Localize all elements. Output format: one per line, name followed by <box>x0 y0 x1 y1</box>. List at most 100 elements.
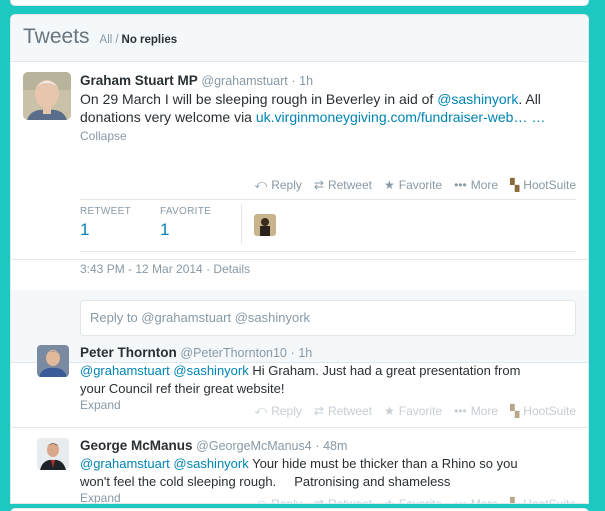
retweet-button[interactable]: ⇄ Retweet <box>314 177 372 192</box>
author-fullname[interactable]: Graham Stuart MP <box>80 73 198 88</box>
filter-all-link[interactable]: All <box>100 34 113 46</box>
tweet-timestamp[interactable]: 3:43 PM - 12 Mar 2014 <box>80 262 203 276</box>
retweet-count: 1 <box>80 220 90 239</box>
reply-input[interactable]: Reply to @grahamstuart @sashinyork <box>80 300 576 336</box>
stats-top-divider <box>80 199 576 200</box>
main-tweet-body: Graham Stuart MP @grahamstuart · 1h On 2… <box>80 73 576 143</box>
author-username[interactable]: @GeorgeMcManus4 <box>196 439 312 453</box>
retweet-button[interactable]: ⇄ Retweet <box>314 496 372 504</box>
tweet-text-part: On 29 March I will be sleeping rough in … <box>80 91 438 107</box>
reply-body: Peter Thornton @PeterThornton10 · 1h @gr… <box>80 345 576 412</box>
filter-separator: / <box>115 34 119 46</box>
avatar[interactable] <box>37 438 69 470</box>
reply-text: @grahamstuart @sashinyork Your hide must… <box>80 455 576 490</box>
hootsuite-button[interactable]: ▚ HootSuite <box>510 177 576 192</box>
hootsuite-button[interactable]: ▚ HootSuite <box>510 496 576 504</box>
reply-label: Reply <box>271 403 302 418</box>
hootsuite-label: HootSuite <box>523 496 576 504</box>
main-tweet[interactable]: Graham Stuart MP @grahamstuart · 1h On 2… <box>11 62 588 276</box>
retweet-stat-label: RETWEET <box>80 206 131 217</box>
more-label: More <box>470 496 499 504</box>
more-button[interactable]: ••• More <box>454 496 498 504</box>
favorite-stat-label: FAVORITE <box>160 206 212 217</box>
reply-icon: ⤺ <box>254 177 268 191</box>
tweet-time[interactable]: 48m <box>323 439 347 453</box>
meta-separator: · <box>206 262 211 276</box>
hootsuite-icon: ▚ <box>510 496 520 504</box>
retweet-label: Retweet <box>327 403 372 418</box>
favorite-label: Favorite <box>398 403 443 418</box>
tweets-title: Tweets <box>23 25 90 48</box>
retweet-label: Retweet <box>327 177 372 192</box>
filter-no-replies: No replies <box>121 34 178 46</box>
tweets-card: Tweets All / No replies Graham Stuart MP @… <box>10 14 589 504</box>
reply-body: George McManus @GeorgeMcManus4 · 48m @gr… <box>80 438 576 503</box>
details-link[interactable]: Details <box>213 262 250 276</box>
more-button[interactable]: ••• More <box>454 177 498 192</box>
favorite-count: 1 <box>160 220 170 239</box>
hootsuite-label: HootSuite <box>523 403 576 418</box>
tweet-meta: 3:43 PM - 12 Mar 2014 · Details <box>80 262 250 276</box>
favorite-label: Favorite <box>398 496 443 504</box>
mention-link[interactable]: @grahamstuart @sashinyork <box>80 363 249 378</box>
tweet-text: On 29 March I will be sleeping rough in … <box>80 90 576 126</box>
mention-link[interactable]: @sashinyork <box>437 91 518 107</box>
hootsuite-label: HootSuite <box>523 177 576 192</box>
reply-icon: ⤺ <box>254 403 268 417</box>
retweet-icon: ⇄ <box>313 403 324 418</box>
reply-button[interactable]: ⤺ Reply <box>254 403 302 418</box>
time-separator: · <box>290 346 295 360</box>
reply-label: Reply <box>271 177 302 192</box>
time-separator: · <box>291 74 296 88</box>
more-label: More <box>470 403 499 418</box>
reply-tweet[interactable]: Peter Thornton @PeterThornton10 · 1h @gr… <box>11 335 588 428</box>
reply-header: Peter Thornton @PeterThornton10 · 1h <box>80 345 576 361</box>
retweet-label: Retweet <box>327 496 372 504</box>
star-icon: ★ <box>383 177 395 192</box>
hootsuite-button[interactable]: ▚ HootSuite <box>510 403 576 418</box>
reply-actions: ⤺ Reply ⇄ Retweet ★ Favorite ••• More ▚ HootS… <box>254 403 576 418</box>
tweet-header: Graham Stuart MP @grahamstuart · 1h <box>80 73 576 89</box>
tweet-stats: RETWEET 1 FAVORITE 1 <box>80 206 240 240</box>
ellipsis-icon: ••• <box>454 496 467 504</box>
stats-divider <box>241 204 242 244</box>
more-label: More <box>470 177 499 192</box>
tweet-time[interactable]: 1h <box>299 74 313 88</box>
more-button[interactable]: ••• More <box>454 403 498 418</box>
retweet-icon: ⇄ <box>313 496 324 504</box>
reply-actions: ⤺ Reply ⇄ Retweet ★ Favorite ••• More ▚ HootS… <box>254 496 576 504</box>
collapse-link[interactable]: Collapse <box>80 129 576 143</box>
stats-bottom-divider <box>80 251 576 252</box>
mention-link[interactable]: @grahamstuart @sashinyork <box>80 456 249 471</box>
reply-header: George McManus @GeorgeMcManus4 · 48m <box>80 438 576 454</box>
author-fullname[interactable]: George McManus <box>80 438 193 453</box>
avatar[interactable] <box>37 345 69 377</box>
reply-text-line2: won't feel the cold sleeping rough. Patr… <box>80 473 451 489</box>
reply-text-line2: your Council ref their great website! <box>80 380 285 396</box>
favorite-button[interactable]: ★ Favorite <box>384 177 442 192</box>
reply-tweet[interactable]: George McManus @GeorgeMcManus4 · 48m @gr… <box>11 428 588 504</box>
star-icon: ★ <box>383 496 395 504</box>
ellipsis-icon: ••• <box>454 177 467 192</box>
ellipsis-icon: ••• <box>454 403 467 418</box>
retweet-button[interactable]: ⇄ Retweet <box>314 403 372 418</box>
avatar[interactable] <box>23 72 71 120</box>
favorite-button[interactable]: ★ Favorite <box>384 403 442 418</box>
hootsuite-icon: ▚ <box>510 403 520 418</box>
retweet-stat[interactable]: RETWEET 1 <box>80 206 160 240</box>
reply-button[interactable]: ⤺ Reply <box>254 177 302 192</box>
reply-button[interactable]: ⤺ Reply <box>254 496 302 503</box>
author-username[interactable]: @PeterThornton10 <box>180 346 287 360</box>
favorite-label: Favorite <box>398 177 443 192</box>
url-link[interactable]: uk.virginmoneygiving.com/fundraiser-web…… <box>256 109 545 125</box>
author-fullname[interactable]: Peter Thornton <box>80 345 177 360</box>
reply-text-line1: Your hide must be thicker than a Rhino s… <box>248 456 518 471</box>
author-username[interactable]: @grahamstuart <box>201 74 287 88</box>
favorite-stat[interactable]: FAVORITE 1 <box>160 206 240 240</box>
tweet-time[interactable]: 1h <box>298 346 312 360</box>
star-icon: ★ <box>383 403 395 418</box>
favorite-button[interactable]: ★ Favorite <box>384 496 442 504</box>
avatar[interactable] <box>254 214 276 236</box>
tweet-actions: ⤺ Reply ⇄ Retweet ★ Favorite ••• More ▚ HootS… <box>254 177 576 192</box>
time-separator: · <box>315 439 320 453</box>
